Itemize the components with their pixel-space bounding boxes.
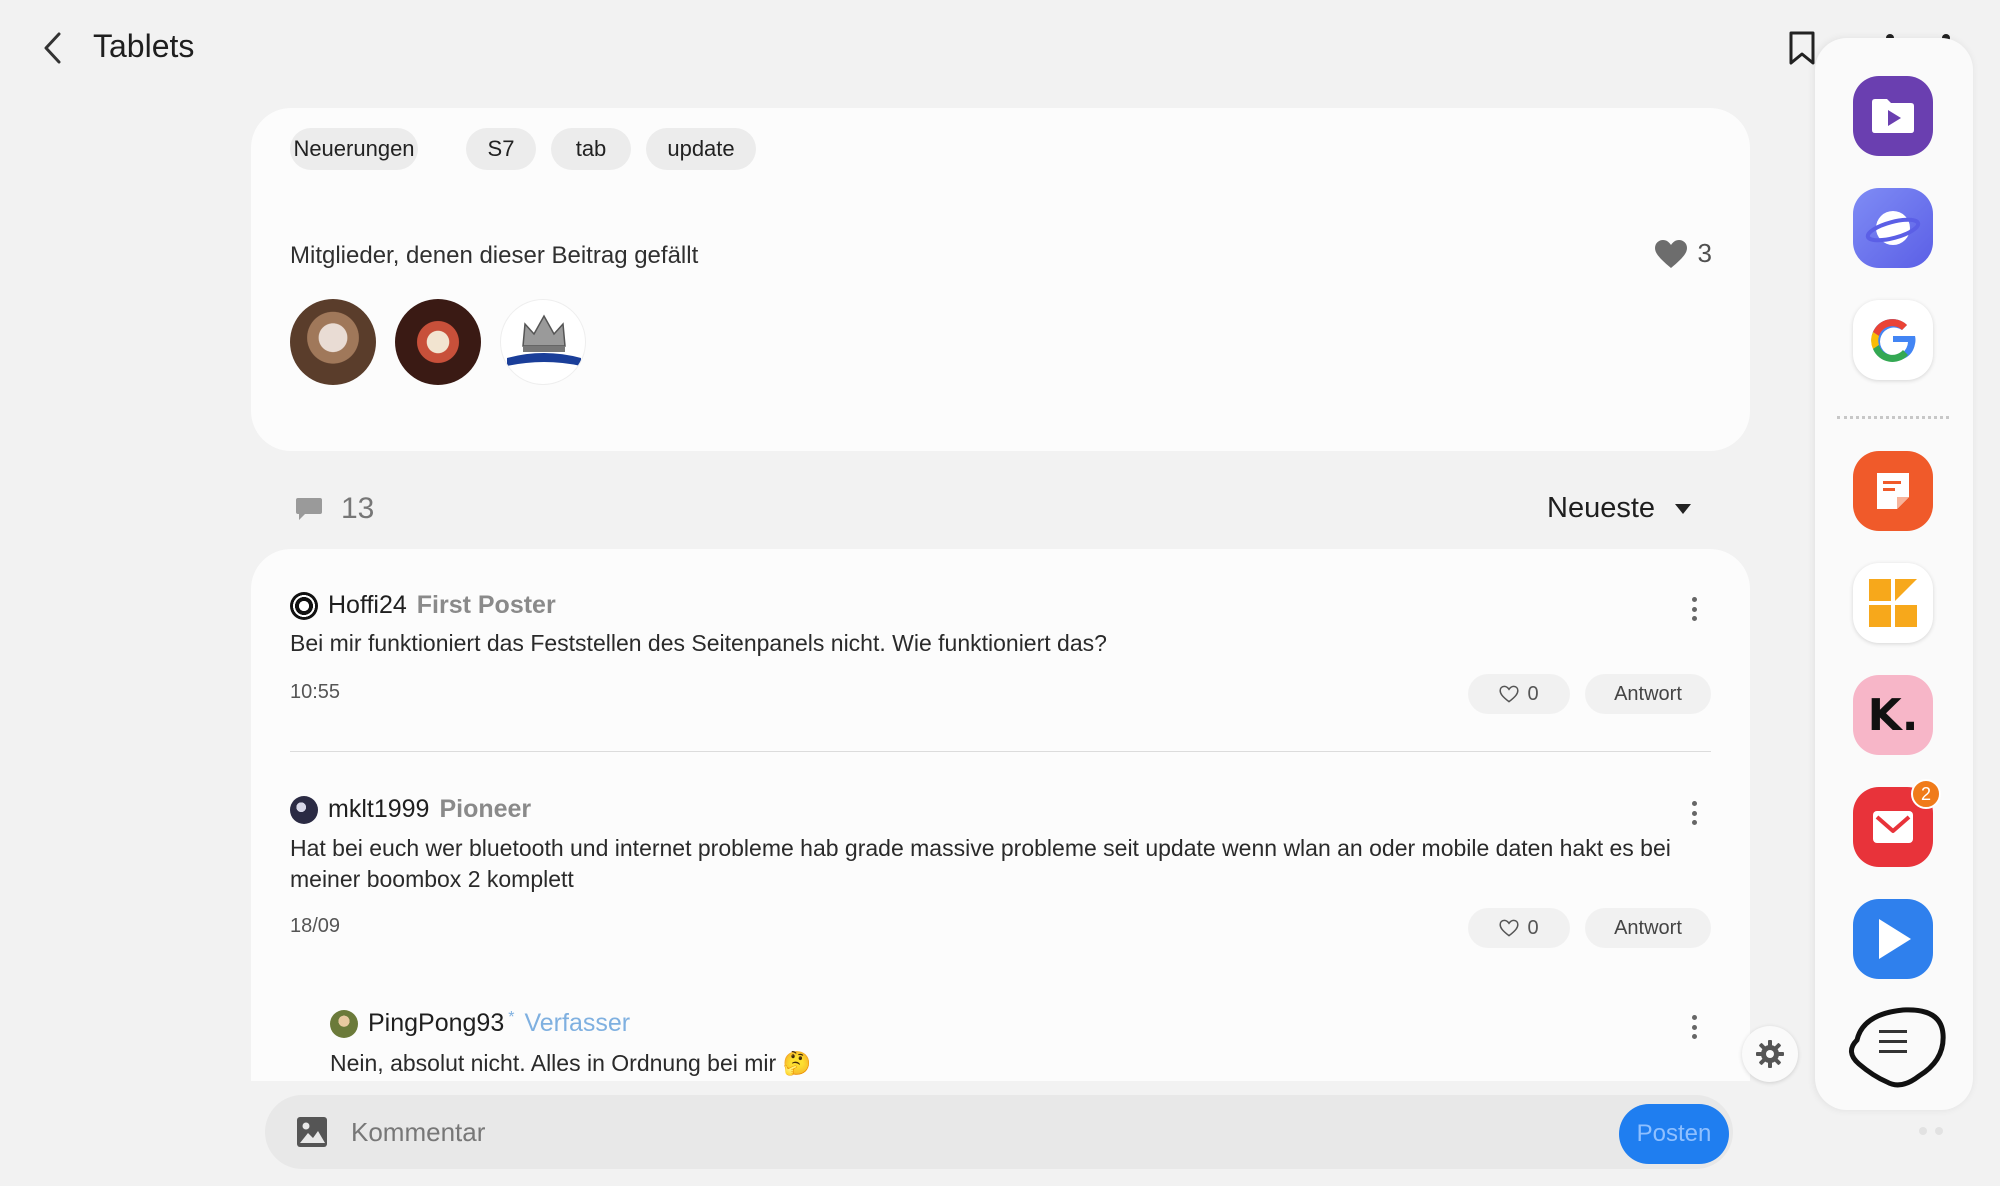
tag-chip[interactable]: Neuerungen bbox=[290, 128, 418, 170]
comment-icon bbox=[296, 498, 322, 520]
sort-label: Neueste bbox=[1547, 492, 1656, 524]
page-title: Tablets bbox=[93, 28, 195, 64]
heart-icon bbox=[1654, 239, 1687, 268]
notification-badge: 2 bbox=[1911, 779, 1941, 809]
avatar bbox=[290, 591, 318, 620]
edge-panel-menu-button[interactable] bbox=[1837, 1003, 1949, 1093]
post-button[interactable]: Posten bbox=[1619, 1104, 1729, 1164]
settings-button[interactable] bbox=[1742, 1026, 1798, 1082]
grid-app-icon[interactable] bbox=[1853, 563, 1933, 643]
back-button[interactable] bbox=[30, 26, 74, 70]
tag-chip[interactable]: S7 bbox=[466, 128, 536, 170]
bookmark-icon bbox=[1789, 31, 1815, 65]
like-button[interactable]: 0 bbox=[1468, 908, 1570, 948]
comments-list: Hoffi24 First Poster Bei mir funktionier… bbox=[251, 549, 1750, 1081]
image-icon bbox=[297, 1117, 327, 1147]
gear-icon bbox=[1756, 1040, 1784, 1068]
comment-composer: Posten bbox=[265, 1095, 1733, 1169]
comment-text: Bei mir funktioniert das Feststellen des… bbox=[290, 630, 1107, 656]
likes-count: 3 bbox=[1697, 238, 1712, 268]
chevron-left-icon bbox=[44, 32, 61, 64]
reply-author[interactable]: PingPong93 * Verfasser bbox=[330, 1009, 630, 1038]
more-options-icon[interactable] bbox=[1684, 1012, 1704, 1042]
avatar bbox=[290, 795, 318, 824]
post-meta-card: Neuerungen S7 tab update Mitglieder, den… bbox=[251, 108, 1750, 451]
avatar bbox=[330, 1009, 358, 1038]
avatar[interactable] bbox=[500, 299, 586, 385]
comment-author[interactable]: mklt1999 Pioneer bbox=[290, 795, 531, 824]
panel-separator bbox=[1837, 416, 1949, 419]
likes-summary[interactable]: 3 bbox=[1654, 238, 1712, 269]
comment-time: 10:55 bbox=[290, 681, 341, 703]
comments-count-value: 13 bbox=[341, 492, 375, 525]
reply-text: Nein, absolut nicht. Alles in Ordnung be… bbox=[330, 1050, 812, 1076]
tag-chip[interactable]: update bbox=[646, 128, 756, 170]
comment-author[interactable]: Hoffi24 First Poster bbox=[290, 591, 556, 620]
play-icon[interactable] bbox=[1853, 899, 1933, 979]
page-indicator bbox=[1919, 1127, 1943, 1135]
more-options-icon[interactable] bbox=[1684, 798, 1704, 828]
video-player-icon[interactable] bbox=[1853, 76, 1933, 156]
divider bbox=[290, 751, 1711, 752]
image-attach-button[interactable] bbox=[295, 1115, 329, 1149]
reply-button[interactable]: Antwort bbox=[1585, 674, 1711, 714]
browser-icon[interactable] bbox=[1853, 188, 1933, 268]
likes-label: Mitglieder, denen dieser Beitrag gefällt bbox=[290, 242, 699, 269]
comment-time: 18/09 bbox=[290, 915, 341, 937]
reply-button[interactable]: Antwort bbox=[1585, 908, 1711, 948]
like-button[interactable]: 0 bbox=[1468, 674, 1570, 714]
notes-icon[interactable] bbox=[1853, 451, 1933, 531]
comment-text: Hat bei euch wer bluetooth und internet … bbox=[290, 835, 1671, 892]
heart-outline-icon bbox=[1499, 919, 1519, 937]
sort-dropdown[interactable]: Neueste bbox=[1547, 492, 1693, 525]
crown-logo-icon bbox=[507, 314, 581, 366]
heart-outline-icon bbox=[1499, 685, 1519, 703]
comments-count: 13 bbox=[295, 492, 374, 526]
caret-down-icon bbox=[1675, 503, 1692, 514]
comment-input[interactable] bbox=[351, 1107, 1451, 1157]
avatar[interactable] bbox=[290, 299, 376, 385]
tag-chip[interactable]: tab bbox=[551, 128, 631, 170]
avatar[interactable] bbox=[395, 299, 481, 385]
more-options-icon[interactable] bbox=[1684, 594, 1704, 624]
klarna-icon[interactable]: K. bbox=[1853, 675, 1933, 755]
menu-icon bbox=[1849, 1007, 1946, 1088]
google-icon[interactable] bbox=[1853, 300, 1933, 380]
mail-icon[interactable]: 2 bbox=[1853, 779, 1941, 867]
edge-panel: K. 2 bbox=[1815, 38, 1973, 1110]
